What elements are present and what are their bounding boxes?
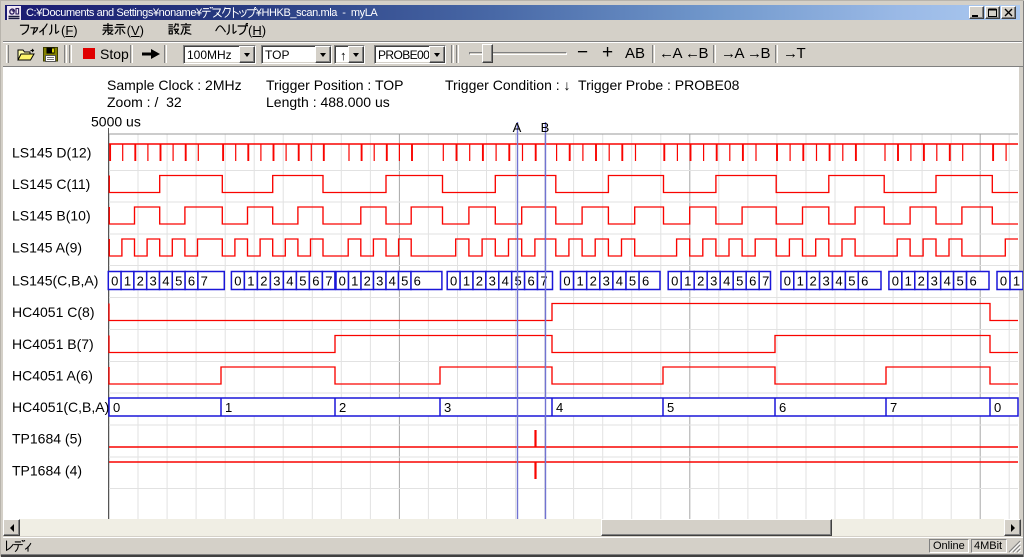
svg-text:HC4051(C,B,A): HC4051(C,B,A) <box>12 399 109 415</box>
svg-text:4: 4 <box>835 274 842 289</box>
svg-text:3: 3 <box>489 274 496 289</box>
svg-text:1: 1 <box>124 274 131 289</box>
svg-text:A: A <box>513 120 522 135</box>
svg-text:Sample Clock : 2MHz: Sample Clock : 2MHz <box>107 77 242 93</box>
svg-text:1: 1 <box>463 274 470 289</box>
svg-text:0: 0 <box>671 274 678 289</box>
svg-text:0: 0 <box>563 274 570 289</box>
svg-text:7: 7 <box>325 274 332 289</box>
svg-text:0: 0 <box>784 274 791 289</box>
svg-text:3: 3 <box>376 274 383 289</box>
svg-text:6: 6 <box>969 274 976 289</box>
svg-text:2: 2 <box>260 274 267 289</box>
svg-text:7: 7 <box>762 274 769 289</box>
svg-text:1: 1 <box>1013 274 1020 289</box>
svg-text:0: 0 <box>1000 274 1007 289</box>
svg-text:5: 5 <box>736 274 743 289</box>
svg-text:5: 5 <box>401 274 408 289</box>
svg-text:1: 1 <box>905 274 912 289</box>
svg-text:3: 3 <box>603 274 610 289</box>
svg-text:0: 0 <box>113 400 120 415</box>
svg-text:1: 1 <box>797 274 804 289</box>
svg-text:0: 0 <box>450 274 457 289</box>
svg-text:LS145(C,B,A): LS145(C,B,A) <box>12 273 98 289</box>
svg-text:4: 4 <box>944 274 951 289</box>
svg-text:3: 3 <box>710 274 717 289</box>
svg-text:5: 5 <box>667 400 674 415</box>
svg-text:7: 7 <box>890 400 897 415</box>
svg-text:3: 3 <box>931 274 938 289</box>
svg-text:Zoom : / 32: Zoom : / 32 <box>107 94 182 110</box>
svg-text:4: 4 <box>502 274 509 289</box>
svg-text:0: 0 <box>892 274 899 289</box>
svg-text:LS145 D(12): LS145 D(12) <box>12 145 91 161</box>
svg-text:2: 2 <box>809 274 816 289</box>
svg-text:4: 4 <box>286 274 293 289</box>
svg-text:3: 3 <box>444 400 451 415</box>
svg-text:1: 1 <box>247 274 254 289</box>
svg-text:2: 2 <box>137 274 144 289</box>
svg-text:2: 2 <box>918 274 925 289</box>
svg-text:2: 2 <box>697 274 704 289</box>
svg-text:TP1684 (4): TP1684 (4) <box>12 463 82 479</box>
svg-text:3: 3 <box>149 274 156 289</box>
svg-text:Trigger Position : TOP: Trigger Position : TOP <box>266 77 403 93</box>
svg-text:4: 4 <box>389 274 396 289</box>
svg-text:3: 3 <box>822 274 829 289</box>
svg-text:4: 4 <box>616 274 623 289</box>
svg-text:LS145 C(11): LS145 C(11) <box>12 176 90 192</box>
svg-text:6: 6 <box>642 274 649 289</box>
svg-text:0: 0 <box>339 274 346 289</box>
svg-text:LS145 A(9): LS145 A(9) <box>12 240 82 256</box>
svg-text:0: 0 <box>994 400 1001 415</box>
svg-text:7: 7 <box>201 274 208 289</box>
svg-text:6: 6 <box>749 274 756 289</box>
svg-text:2: 2 <box>590 274 597 289</box>
svg-text:5: 5 <box>848 274 855 289</box>
svg-text:2: 2 <box>339 400 346 415</box>
svg-text:2: 2 <box>364 274 371 289</box>
svg-text:6: 6 <box>861 274 868 289</box>
svg-text:1: 1 <box>576 274 583 289</box>
svg-text:TP1684 (5): TP1684 (5) <box>12 431 82 447</box>
svg-text:0: 0 <box>111 274 118 289</box>
svg-text:3: 3 <box>273 274 280 289</box>
svg-text:6: 6 <box>414 274 421 289</box>
svg-text:Length : 488.000 us: Length : 488.000 us <box>266 94 390 110</box>
svg-text:5: 5 <box>629 274 636 289</box>
svg-text:7: 7 <box>540 274 547 289</box>
svg-text:HC4051 A(6): HC4051 A(6) <box>12 368 93 384</box>
svg-text:LS145 B(10): LS145 B(10) <box>12 208 91 224</box>
svg-text:6: 6 <box>188 274 195 289</box>
svg-text:Trigger Condition : ↓ Trigger: Trigger Condition : ↓ Trigger Probe : PR… <box>445 77 740 93</box>
svg-text:HC4051 B(7): HC4051 B(7) <box>12 336 94 352</box>
svg-text:5: 5 <box>175 274 182 289</box>
svg-text:1: 1 <box>684 274 691 289</box>
svg-text:5000 us: 5000 us <box>91 114 141 130</box>
svg-text:2: 2 <box>476 274 483 289</box>
svg-text:6: 6 <box>312 274 319 289</box>
svg-text:1: 1 <box>351 274 358 289</box>
svg-text:1: 1 <box>225 400 232 415</box>
svg-text:5: 5 <box>299 274 306 289</box>
svg-text:4: 4 <box>723 274 730 289</box>
svg-text:B: B <box>541 120 550 135</box>
svg-text:4: 4 <box>162 274 169 289</box>
svg-text:6: 6 <box>779 400 786 415</box>
svg-text:0: 0 <box>234 274 241 289</box>
svg-text:HC4051 C(8): HC4051 C(8) <box>12 304 94 320</box>
svg-text:4: 4 <box>556 400 563 415</box>
svg-text:6: 6 <box>527 274 534 289</box>
svg-text:5: 5 <box>956 274 963 289</box>
